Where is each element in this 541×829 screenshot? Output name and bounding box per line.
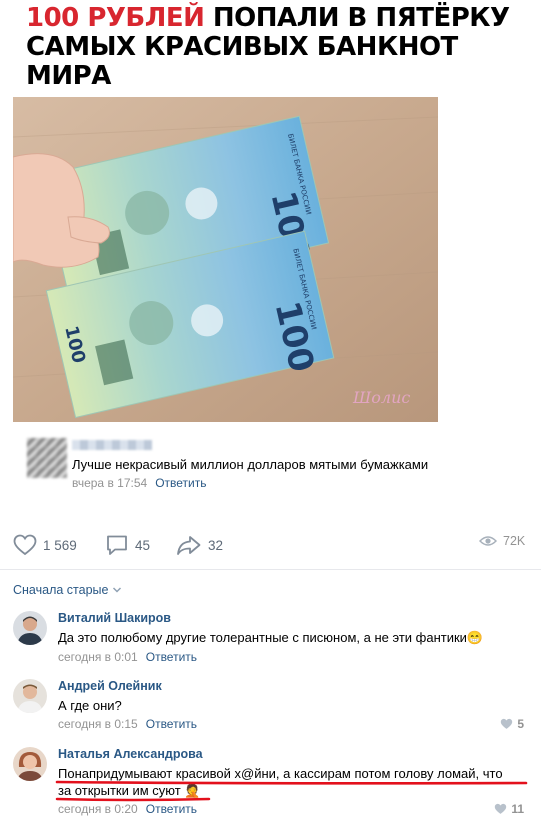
comment-item: Виталий Шакиров Да это полюбому другие т… [13,611,528,671]
comment-reply-link[interactable]: Ответить [146,802,197,816]
comment-time[interactable]: сегодня в 0:01 [58,650,138,664]
comment-item: Наталья Александрова Понапридумывают кра… [13,747,528,825]
top-comment: Лучше некрасивый миллион долларов мятыми… [13,428,528,496]
top-comment-text: Лучше некрасивый миллион долларов мятыми… [72,457,429,472]
comment-time[interactable]: сегодня в 0:20 [58,802,138,816]
comment-like-button[interactable]: 5 [500,717,524,731]
comment-like-button[interactable]: 11 [494,802,524,816]
comment-author[interactable]: Наталья Александрова [58,747,203,761]
like-button[interactable]: 1 569 [13,534,77,556]
user-photo [13,679,47,713]
comment-reply-link[interactable]: Ответить [146,650,197,664]
comment-item: Андрей Олейник А где они? сегодня в 0:15… [13,679,528,739]
banknote-photo-illustration: 100 БИЛЕТ БАНКА РОССИИ 100 100 БИЛЕТ БАН… [13,97,438,422]
share-icon [177,536,201,555]
top-comment-meta: вчера в 17:54 Ответить [72,476,206,490]
comment-icon [107,535,127,555]
view-count: 72K [503,534,526,548]
comment-button[interactable]: 45 [105,534,150,556]
avatar[interactable] [13,611,47,645]
blurred-avatar [27,438,67,478]
comment-text: А где они? [58,698,122,713]
share-button[interactable]: 32 [176,534,223,556]
comment-author[interactable]: Андрей Олейник [58,679,162,693]
sort-dropdown[interactable]: Сначала старые [13,583,122,597]
red-underline-annotation [55,780,528,802]
comment-count: 45 [135,537,151,553]
comment-like-count: 11 [511,802,524,816]
comment-reply-link[interactable]: Ответить [146,717,197,731]
user-photo [13,611,47,645]
comment-text: Да это полюбому другие толерантные с пис… [58,630,484,645]
comment-author[interactable]: Виталий Шакиров [58,611,171,625]
comment-meta: сегодня в 0:01 Ответить [58,650,197,664]
views-counter: 72K [479,534,525,548]
heart-icon [13,534,37,556]
avatar[interactable] [13,679,47,713]
post-headline: 100 РУБЛЕЙ ПОПАЛИ В ПЯТЁРКУ САМЫХ КРАСИВ… [26,4,526,91]
divider [0,569,541,570]
post-photo[interactable]: 100 БИЛЕТ БАНКА РОССИИ 100 100 БИЛЕТ БАН… [13,97,438,422]
headline-accent: 100 РУБЛЕЙ [26,3,205,33]
comment-meta: сегодня в 0:20 Ответить [58,802,197,816]
top-comment-reply-link[interactable]: Ответить [155,476,206,490]
heart-icon [495,803,507,814]
like-count: 1 569 [43,537,77,553]
top-comment-time[interactable]: вчера в 17:54 [72,476,147,490]
post-stats: 1 569 45 32 72K [13,534,528,556]
sort-label: Сначала старые [13,583,109,597]
heart-icon [501,718,513,729]
comment-time[interactable]: сегодня в 0:15 [58,717,138,731]
share-count: 32 [208,537,224,553]
chevron-down-icon [113,587,122,593]
eye-icon [479,536,497,546]
comment-meta: сегодня в 0:15 Ответить [58,717,197,731]
watermark-logo: Шолис [352,388,410,407]
comment-like-count: 5 [517,717,524,731]
blurred-author-name [72,440,152,450]
